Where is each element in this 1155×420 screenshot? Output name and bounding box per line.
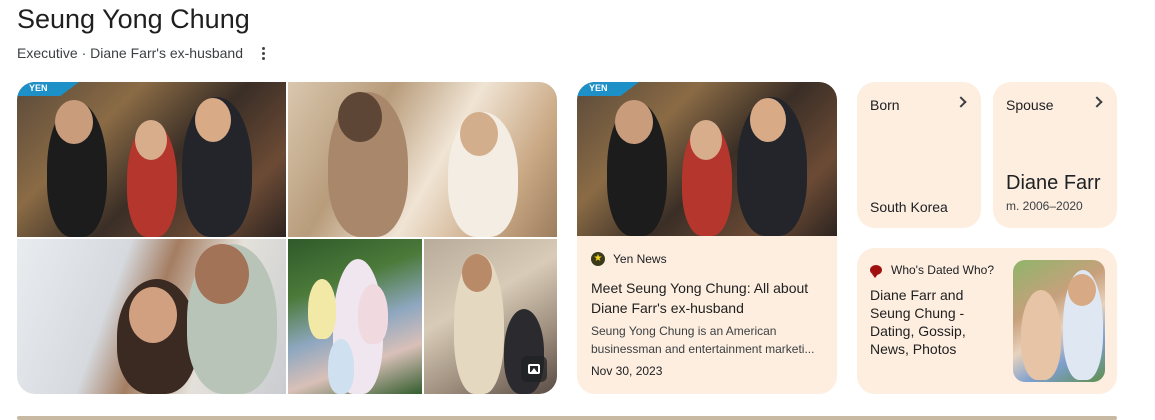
dated-source: Who's Dated Who? (870, 263, 995, 278)
yen-badge: YEN (17, 82, 79, 96)
photo-tile-4[interactable] (288, 239, 422, 394)
news-card[interactable]: YEN ★ Yen News Meet Seung Yong Chung: Al… (577, 82, 837, 394)
spouse-name: Diane Farr (1006, 172, 1101, 194)
chevron-right-icon (1091, 96, 1103, 108)
spouse-card[interactable]: Spouse Diane Farr m. 2006–2020 (993, 82, 1117, 228)
born-card[interactable]: Born South Korea (857, 82, 981, 228)
dated-title[interactable]: Diane Farr and Seung Chung - Dating, Gos… (870, 286, 990, 358)
section-divider (17, 416, 1117, 420)
spouse-detail: m. 2006–2020 (1006, 199, 1083, 213)
speech-bubble-icon (870, 265, 882, 278)
dated-card[interactable]: Who's Dated Who? Diane Farr and Seung Ch… (857, 248, 1117, 394)
chevron-right-icon (955, 96, 967, 108)
news-snippet: Seung Yong Chung is an American business… (591, 324, 815, 356)
photo-tile-2[interactable] (288, 82, 557, 237)
photo-tile-3[interactable] (17, 239, 286, 394)
more-options-icon[interactable] (255, 45, 271, 61)
news-thumbnail: YEN (577, 82, 837, 236)
entity-description: Executive · Diane Farr's ex-husband (17, 45, 243, 61)
spouse-label: Spouse (1006, 97, 1054, 113)
image-grid: YEN (17, 82, 557, 394)
born-value: South Korea (870, 199, 948, 215)
news-source-name: Yen News (613, 252, 667, 266)
photo-tile-5[interactable] (424, 239, 557, 394)
entity-title: Seung Yong Chung (17, 4, 250, 34)
news-date: Nov 30, 2023 (591, 364, 663, 378)
yen-badge: YEN (577, 82, 639, 96)
born-label: Born (870, 97, 900, 113)
star-icon: ★ (591, 252, 605, 266)
news-source: ★ Yen News (591, 252, 667, 266)
dated-source-name: Who's Dated Who? (891, 263, 995, 277)
image-gallery-icon[interactable] (521, 356, 547, 382)
photo-tile-1[interactable]: YEN (17, 82, 286, 237)
dated-thumbnail (1013, 260, 1105, 382)
entity-subtitle: Executive · Diane Farr's ex-husband (17, 45, 271, 61)
news-headline[interactable]: Meet Seung Yong Chung: All about Diane F… (591, 278, 827, 318)
